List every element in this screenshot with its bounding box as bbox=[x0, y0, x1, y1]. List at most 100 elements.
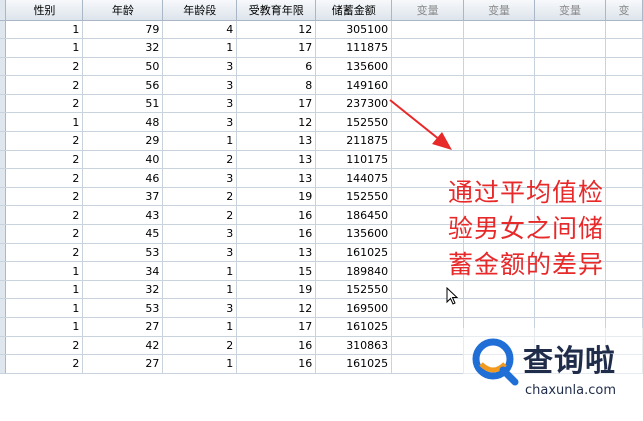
empty-cell[interactable] bbox=[391, 38, 465, 58]
column-header-gender[interactable]: 性别 bbox=[5, 0, 84, 21]
data-cell[interactable]: 2 bbox=[5, 243, 84, 263]
data-cell[interactable]: 110175 bbox=[315, 150, 393, 170]
empty-cell[interactable] bbox=[391, 57, 465, 77]
data-cell[interactable]: 2 bbox=[162, 205, 238, 226]
data-cell[interactable]: 152550 bbox=[315, 112, 393, 133]
data-cell[interactable]: 305100 bbox=[315, 20, 393, 40]
empty-cell[interactable] bbox=[605, 298, 643, 318]
data-cell[interactable]: 50 bbox=[82, 57, 164, 77]
data-cell[interactable]: 51 bbox=[82, 94, 164, 114]
data-cell[interactable]: 135600 bbox=[315, 57, 393, 77]
empty-cell[interactable] bbox=[463, 150, 536, 170]
data-cell[interactable]: 45 bbox=[82, 224, 164, 244]
empty-cell[interactable] bbox=[534, 20, 606, 40]
data-cell[interactable]: 186450 bbox=[315, 205, 393, 226]
data-cell[interactable]: 53 bbox=[82, 298, 164, 318]
data-cell[interactable]: 15 bbox=[236, 261, 317, 281]
data-cell[interactable]: 2 bbox=[5, 224, 84, 244]
data-cell[interactable]: 12 bbox=[236, 112, 317, 133]
empty-cell[interactable] bbox=[391, 150, 465, 170]
data-cell[interactable]: 2 bbox=[5, 187, 84, 207]
data-cell[interactable]: 1 bbox=[162, 280, 238, 300]
data-cell[interactable]: 13 bbox=[236, 150, 317, 170]
data-cell[interactable]: 4 bbox=[162, 20, 238, 40]
empty-cell[interactable] bbox=[605, 38, 643, 58]
column-header-savings[interactable]: 储蓄金额 bbox=[315, 0, 393, 21]
empty-cell[interactable] bbox=[463, 57, 536, 77]
data-cell[interactable]: 1 bbox=[5, 38, 84, 58]
data-cell[interactable]: 1 bbox=[5, 20, 84, 40]
data-cell[interactable]: 237300 bbox=[315, 94, 393, 114]
empty-cell[interactable] bbox=[463, 112, 536, 133]
data-cell[interactable]: 3 bbox=[162, 75, 238, 95]
data-cell[interactable]: 8 bbox=[236, 75, 317, 95]
data-cell[interactable]: 27 bbox=[82, 317, 164, 337]
data-cell[interactable]: 40 bbox=[82, 150, 164, 170]
empty-cell[interactable] bbox=[605, 131, 643, 151]
data-cell[interactable]: 13 bbox=[236, 243, 317, 263]
data-cell[interactable]: 32 bbox=[82, 38, 164, 58]
data-cell[interactable]: 2 bbox=[162, 187, 238, 207]
data-cell[interactable]: 1 bbox=[5, 317, 84, 337]
empty-cell[interactable] bbox=[463, 75, 536, 95]
empty-cell[interactable] bbox=[391, 336, 465, 356]
empty-cell[interactable] bbox=[391, 75, 465, 95]
empty-cell[interactable] bbox=[534, 112, 606, 133]
data-cell[interactable]: 161025 bbox=[315, 317, 393, 337]
data-cell[interactable]: 32 bbox=[82, 280, 164, 300]
data-cell[interactable]: 3 bbox=[162, 57, 238, 77]
data-cell[interactable]: 79 bbox=[82, 20, 164, 40]
data-cell[interactable]: 3 bbox=[162, 243, 238, 263]
data-cell[interactable]: 27 bbox=[82, 354, 164, 374]
data-cell[interactable]: 48 bbox=[82, 112, 164, 133]
empty-cell[interactable] bbox=[391, 112, 465, 133]
data-cell[interactable]: 161025 bbox=[315, 243, 393, 263]
data-cell[interactable]: 3 bbox=[162, 112, 238, 133]
data-cell[interactable]: 19 bbox=[236, 280, 317, 300]
empty-cell[interactable] bbox=[534, 94, 606, 114]
data-cell[interactable]: 13 bbox=[236, 131, 317, 151]
data-cell[interactable]: 152550 bbox=[315, 187, 393, 207]
data-cell[interactable]: 144075 bbox=[315, 168, 393, 188]
data-cell[interactable]: 1 bbox=[162, 38, 238, 58]
data-cell[interactable]: 2 bbox=[5, 168, 84, 188]
empty-cell[interactable] bbox=[605, 112, 643, 133]
data-cell[interactable]: 2 bbox=[5, 354, 84, 374]
data-cell[interactable]: 1 bbox=[5, 280, 84, 300]
data-cell[interactable]: 12 bbox=[236, 20, 317, 40]
empty-cell[interactable] bbox=[463, 94, 536, 114]
data-cell[interactable]: 2 bbox=[5, 205, 84, 226]
empty-cell[interactable] bbox=[463, 280, 536, 300]
data-cell[interactable]: 34 bbox=[82, 261, 164, 281]
empty-cell[interactable] bbox=[534, 280, 606, 300]
empty-cell[interactable] bbox=[534, 298, 606, 318]
data-cell[interactable]: 12 bbox=[236, 298, 317, 318]
data-cell[interactable]: 149160 bbox=[315, 75, 393, 95]
empty-cell[interactable] bbox=[534, 131, 606, 151]
data-cell[interactable]: 189840 bbox=[315, 261, 393, 281]
column-header-variable[interactable]: 变量 bbox=[463, 0, 536, 21]
empty-cell[interactable] bbox=[605, 94, 643, 114]
data-cell[interactable]: 1 bbox=[5, 298, 84, 318]
data-cell[interactable]: 3 bbox=[162, 298, 238, 318]
data-cell[interactable]: 111875 bbox=[315, 38, 393, 58]
empty-cell[interactable] bbox=[605, 57, 643, 77]
empty-cell[interactable] bbox=[391, 94, 465, 114]
data-cell[interactable]: 1 bbox=[5, 112, 84, 133]
data-cell[interactable]: 17 bbox=[236, 94, 317, 114]
data-cell[interactable]: 29 bbox=[82, 131, 164, 151]
data-cell[interactable]: 1 bbox=[5, 261, 84, 281]
empty-cell[interactable] bbox=[391, 354, 465, 374]
data-cell[interactable]: 2 bbox=[162, 150, 238, 170]
data-cell[interactable]: 135600 bbox=[315, 224, 393, 244]
empty-cell[interactable] bbox=[534, 150, 606, 170]
column-header-age[interactable]: 年龄 bbox=[82, 0, 164, 21]
data-cell[interactable]: 2 bbox=[5, 336, 84, 356]
data-cell[interactable]: 161025 bbox=[315, 354, 393, 374]
empty-cell[interactable] bbox=[534, 75, 606, 95]
data-cell[interactable]: 310863 bbox=[315, 336, 393, 356]
column-header-variable[interactable]: 变 bbox=[605, 0, 643, 21]
data-cell[interactable]: 56 bbox=[82, 75, 164, 95]
data-cell[interactable]: 169500 bbox=[315, 298, 393, 318]
data-cell[interactable]: 3 bbox=[162, 94, 238, 114]
